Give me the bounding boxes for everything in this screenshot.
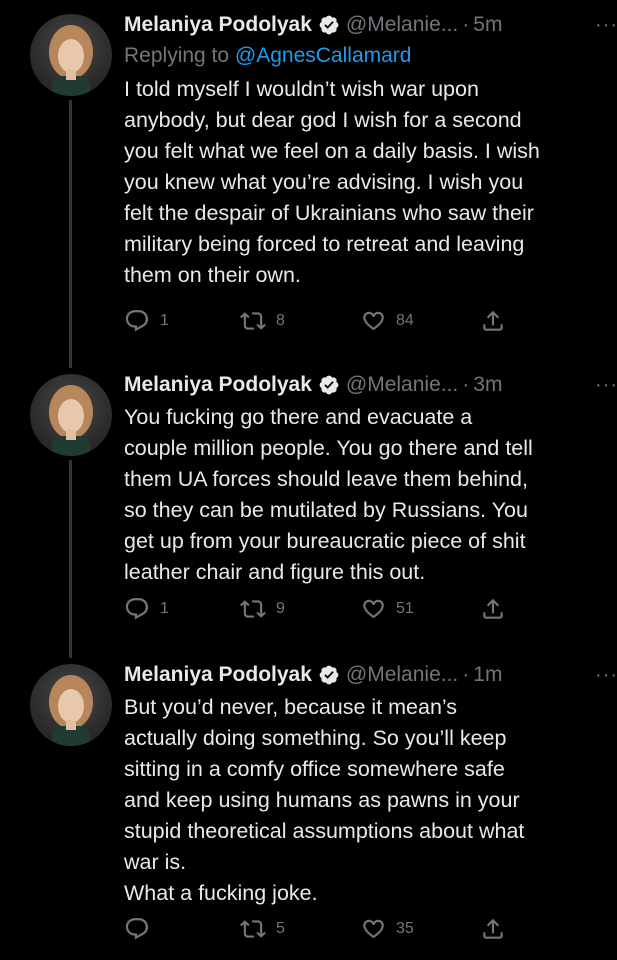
retweet-count: 8 xyxy=(276,312,285,329)
retweet-icon xyxy=(240,596,266,622)
mention-link[interactable]: @AgnesCallamard xyxy=(235,44,412,67)
like-icon xyxy=(360,916,386,942)
like-icon xyxy=(360,308,386,334)
retweet-count: 9 xyxy=(276,600,285,617)
display-name[interactable]: Melaniya Podolyak xyxy=(124,373,312,397)
retweet-button[interactable]: 5 xyxy=(240,916,285,942)
avatar-portrait-icon xyxy=(49,675,93,746)
avatar[interactable] xyxy=(30,664,112,746)
reply-button[interactable] xyxy=(124,916,160,942)
separator: · xyxy=(462,663,470,686)
like-button[interactable]: 35 xyxy=(360,916,414,942)
tweet-text: But you’d never, because it mean’s actua… xyxy=(124,695,525,905)
tweet[interactable]: Melaniya Podolyak @Melanie... · 1m ··· B… xyxy=(0,650,617,960)
separator: · xyxy=(462,373,470,396)
avatar[interactable] xyxy=(30,374,112,456)
like-button[interactable]: 84 xyxy=(360,308,414,334)
tweet-actions: 5 35 xyxy=(124,914,524,944)
user-handle[interactable]: @Melanie... xyxy=(346,373,458,397)
tweet-header: Melaniya Podolyak @Melanie... · 5m xyxy=(124,12,594,38)
retweet-icon xyxy=(240,308,266,334)
like-count: 51 xyxy=(396,600,414,617)
share-icon xyxy=(480,916,506,942)
user-handle[interactable]: @Melanie... xyxy=(346,663,458,687)
avatar-portrait-icon xyxy=(49,25,93,96)
share-button[interactable] xyxy=(480,916,506,942)
more-options-icon[interactable]: ··· xyxy=(595,375,617,395)
display-name[interactable]: Melaniya Podolyak xyxy=(124,663,312,687)
tweet-text: You fucking go there and evacuate a coup… xyxy=(124,405,533,584)
retweet-count: 5 xyxy=(276,920,285,937)
more-options-icon[interactable]: ··· xyxy=(595,15,617,35)
tweet-actions: 1 9 51 xyxy=(124,594,524,624)
user-handle[interactable]: @Melanie... xyxy=(346,13,458,37)
timestamp[interactable]: 3m xyxy=(473,373,502,397)
timestamp[interactable]: 1m xyxy=(473,663,502,687)
share-icon xyxy=(480,596,506,622)
retweet-icon xyxy=(240,916,266,942)
separator: · xyxy=(462,13,470,36)
share-icon xyxy=(480,308,506,334)
like-icon xyxy=(360,596,386,622)
replying-to: Replying to @AgnesCallamard xyxy=(124,44,594,70)
tweet-header: Melaniya Podolyak @Melanie... · 1m xyxy=(124,662,594,688)
reply-count: 1 xyxy=(160,600,169,617)
avatar[interactable] xyxy=(30,14,112,96)
like-count: 84 xyxy=(396,312,414,329)
more-options-icon[interactable]: ··· xyxy=(595,665,617,685)
retweet-button[interactable]: 8 xyxy=(240,308,285,334)
tweet-actions: 1 8 84 xyxy=(124,306,524,336)
reply-button[interactable]: 1 xyxy=(124,308,169,334)
tweet[interactable]: Melaniya Podolyak @Melanie... · 3m ··· Y… xyxy=(0,360,617,650)
tweet[interactable]: Melaniya Podolyak @Melanie... · 5m ··· R… xyxy=(0,0,617,360)
reply-icon xyxy=(124,596,150,622)
tweet-thread: Melaniya Podolyak @Melanie... · 5m ··· R… xyxy=(0,0,617,960)
like-button[interactable]: 51 xyxy=(360,596,414,622)
display-name[interactable]: Melaniya Podolyak xyxy=(124,13,312,37)
verified-badge-icon xyxy=(318,664,340,686)
reply-button[interactable]: 1 xyxy=(124,596,169,622)
retweet-button[interactable]: 9 xyxy=(240,596,285,622)
timestamp[interactable]: 5m xyxy=(473,13,502,37)
share-button[interactable] xyxy=(480,596,506,622)
replying-to-prefix: Replying to xyxy=(124,44,235,67)
reply-count: 1 xyxy=(160,312,169,329)
verified-badge-icon xyxy=(318,374,340,396)
reply-icon xyxy=(124,916,150,942)
tweet-header: Melaniya Podolyak @Melanie... · 3m xyxy=(124,372,594,398)
like-count: 35 xyxy=(396,920,414,937)
avatar-portrait-icon xyxy=(49,385,93,456)
tweet-text: I told myself I wouldn’t wish war upon a… xyxy=(124,77,540,287)
verified-badge-icon xyxy=(318,14,340,36)
share-button[interactable] xyxy=(480,308,506,334)
reply-icon xyxy=(124,308,150,334)
